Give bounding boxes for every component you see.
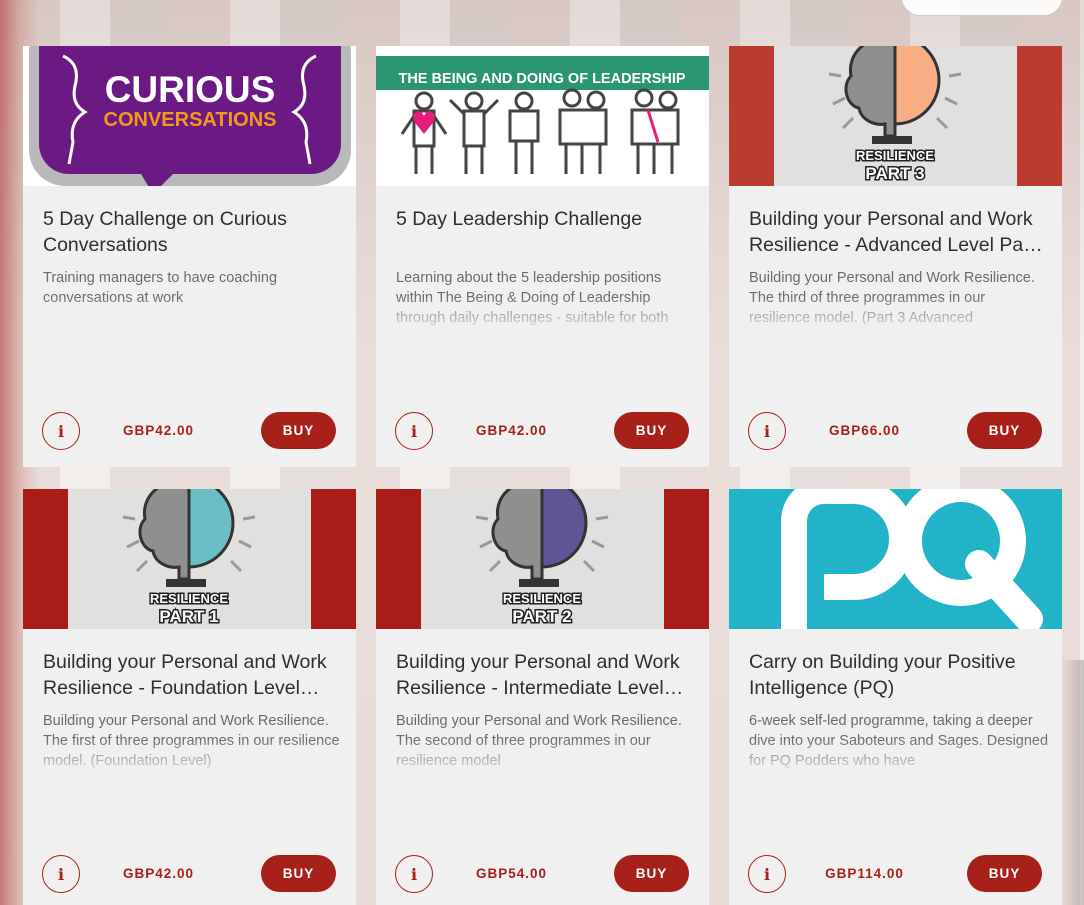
- product-card: THE BEING AND DOING OF LEADERSHIP 5 Day …: [376, 46, 709, 467]
- product-thumbnail[interactable]: RESILIENCE PART 2: [376, 489, 709, 629]
- info-icon: i: [763, 864, 771, 884]
- buy-button[interactable]: BUY: [967, 855, 1042, 892]
- product-title[interactable]: 5 Day Challenge on Curious Conversations: [43, 206, 343, 258]
- resilience-part-2-image: RESILIENCE PART 2: [376, 489, 709, 629]
- product-price: GBP114.00: [825, 866, 904, 881]
- info-button[interactable]: i: [42, 412, 80, 450]
- product-card: CURIOUS CONVERSATIONS 5 Day Challenge on…: [23, 46, 356, 467]
- curious-conversations-image: CURIOUS CONVERSATIONS: [23, 46, 356, 186]
- product-description: Building your Personal and Work Resilien…: [43, 713, 340, 769]
- resilience-part-3-image: RESILIENCE PART 3: [729, 46, 1062, 186]
- product-description: Learning about the 5 leadership position…: [396, 270, 669, 326]
- product-price: GBP42.00: [122, 866, 195, 881]
- image-text-leadership: THE BEING AND DOING OF LEADERSHIP: [398, 71, 685, 87]
- product-price: GBP54.00: [475, 866, 548, 881]
- product-card: Carry on Building your Positive Intellig…: [729, 489, 1062, 905]
- image-text-curious: CURIOUS: [105, 69, 276, 110]
- product-price: GBP42.00: [122, 423, 195, 438]
- info-button[interactable]: i: [748, 855, 786, 893]
- buy-button[interactable]: BUY: [614, 412, 689, 449]
- resilience-part-1-image: RESILIENCE PART 1: [23, 489, 356, 629]
- buy-button[interactable]: BUY: [967, 412, 1042, 449]
- product-card: RESILIENCE PART 1 Building your Personal…: [23, 489, 356, 905]
- product-price: GBP66.00: [828, 423, 901, 438]
- product-title[interactable]: Building your Personal and Work Resilien…: [43, 649, 343, 701]
- product-price: GBP42.00: [475, 423, 548, 438]
- product-thumbnail[interactable]: CURIOUS CONVERSATIONS: [23, 46, 356, 186]
- product-thumbnail[interactable]: RESILIENCE PART 1: [23, 489, 356, 629]
- image-text-resilience: RESILIENCE: [150, 591, 228, 606]
- info-button[interactable]: i: [395, 855, 433, 893]
- info-icon: i: [57, 421, 65, 441]
- info-icon: i: [410, 421, 418, 441]
- image-text-part: PART 3: [865, 164, 924, 183]
- pq-logo-image: [729, 489, 1062, 629]
- product-thumbnail[interactable]: [729, 489, 1062, 629]
- info-icon: i: [57, 864, 65, 884]
- image-text-resilience: RESILIENCE: [856, 148, 934, 163]
- search-field-partial[interactable]: [901, 0, 1063, 16]
- product-thumbnail[interactable]: THE BEING AND DOING OF LEADERSHIP: [376, 46, 709, 186]
- buy-button[interactable]: BUY: [261, 855, 336, 892]
- info-button[interactable]: i: [395, 412, 433, 450]
- image-text-part: PART 1: [159, 607, 218, 626]
- product-title[interactable]: Carry on Building your Positive Intellig…: [749, 649, 1049, 701]
- buy-button[interactable]: BUY: [261, 412, 336, 449]
- product-thumbnail[interactable]: RESILIENCE PART 3: [729, 46, 1062, 186]
- product-description: 6-week self-led programme, taking a deep…: [749, 713, 1049, 769]
- info-button[interactable]: i: [748, 412, 786, 450]
- product-card: RESILIENCE PART 2 Building your Personal…: [376, 489, 709, 905]
- product-description: Building your Personal and Work Resilien…: [396, 713, 682, 769]
- being-and-doing-leadership-image: THE BEING AND DOING OF LEADERSHIP: [376, 46, 709, 186]
- product-title[interactable]: Building your Personal and Work Resilien…: [396, 649, 696, 701]
- image-text-conversations: CONVERSATIONS: [104, 109, 277, 131]
- product-card: RESILIENCE PART 3 Building your Personal…: [729, 46, 1062, 467]
- product-title[interactable]: 5 Day Leadership Challenge: [396, 206, 696, 232]
- image-text-resilience: RESILIENCE: [503, 591, 581, 606]
- info-icon: i: [763, 421, 771, 441]
- image-text-part: PART 2: [512, 607, 571, 626]
- product-description: Building your Personal and Work Resilien…: [749, 270, 1035, 326]
- product-grid: CURIOUS CONVERSATIONS 5 Day Challenge on…: [23, 46, 1062, 905]
- product-title[interactable]: Building your Personal and Work Resilien…: [749, 206, 1049, 258]
- buy-button[interactable]: BUY: [614, 855, 689, 892]
- info-button[interactable]: i: [42, 855, 80, 893]
- info-icon: i: [410, 864, 418, 884]
- product-description: Training managers to have coaching conve…: [43, 270, 278, 306]
